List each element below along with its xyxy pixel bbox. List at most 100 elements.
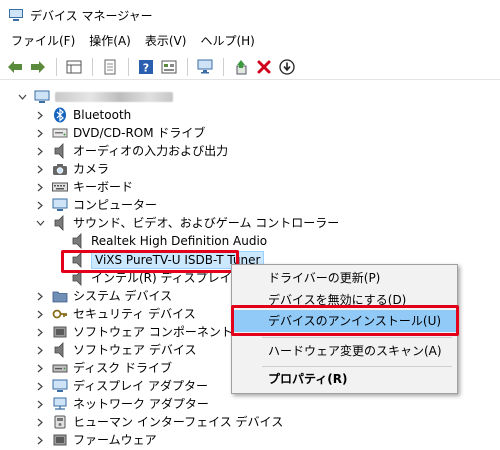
computer-icon [34,89,50,105]
tree-item-realtek-audio[interactable]: Realtek High Definition Audio [70,232,267,250]
tree-item-software-components[interactable]: ソフトウェア コンポーネント [34,323,233,341]
speaker-icon [52,143,68,159]
bluetooth-icon [52,107,68,123]
update-driver-icon [236,59,247,74]
tree-item-system-devices[interactable]: システム デバイス [34,287,172,305]
tree-item-label: サウンド、ビデオ、およびゲーム コントローラー [73,216,340,230]
tree-item-keyboard[interactable]: キーボード [34,178,133,196]
forward-arrow-icon [31,60,45,73]
properties-view-button[interactable] [63,56,85,78]
document-button[interactable] [99,56,121,78]
expand-chevron-icon[interactable] [34,359,46,377]
expand-chevron-icon[interactable] [34,142,46,160]
tree-item-network-adapters[interactable]: ネットワーク アダプター [34,395,209,413]
system-folder-icon [52,288,68,304]
menu-bar: ファイル(F) 操作(A) 表示(V) ヘルプ(H) [0,30,500,52]
expand-chevron-icon[interactable] [34,287,46,305]
dvd-drive-icon [52,125,68,141]
view-grid-button[interactable] [158,56,180,78]
computer-name-redacted [55,92,173,102]
menu-update-driver[interactable]: ドライバーの更新(P) [232,267,457,289]
tree-item-label: ネットワーク アダプター [73,397,209,411]
tree-item-label: ディスク ドライブ [73,361,172,375]
menu-help[interactable]: ヘルプ(H) [193,30,261,52]
speaker-icon [52,342,68,358]
forward-button[interactable] [27,56,49,78]
menu-view[interactable]: 表示(V) [138,30,194,52]
back-arrow-icon [8,60,22,73]
toolbar-separator [92,57,93,76]
monitor-icon [197,59,213,74]
download-icon [279,58,295,75]
tree-item-firmware[interactable]: ファームウェア [34,431,157,449]
expand-chevron-icon[interactable] [34,196,46,214]
tree-item-camera[interactable]: カメラ [34,160,109,178]
tree-item-label: セキュリティ デバイス [73,307,196,321]
properties-grid-icon [66,60,82,73]
menu-separator [262,366,452,367]
tree-item-computer[interactable]: コンピューター [34,196,157,214]
help-button[interactable]: ? [135,56,157,78]
tree-item-software-devices[interactable]: ソフトウェア デバイス [34,341,196,359]
firmware-icon [52,432,68,448]
tree-item-label: Bluetooth [73,108,132,122]
collapse-chevron-icon[interactable] [34,214,46,232]
tree-item-label: ソフトウェア コンポーネント [73,325,233,339]
tree-item-bluetooth[interactable]: Bluetooth [34,106,131,124]
collapse-chevron-icon[interactable] [16,88,28,106]
update-driver-button[interactable] [230,56,252,78]
tree-item-security-devices[interactable]: セキュリティ デバイス [34,305,196,323]
remove-x-icon [257,60,271,73]
computer-icon [52,197,68,213]
toolbar-separator [187,57,188,76]
svg-text:?: ? [143,61,149,74]
toolbar: ? [0,54,500,80]
back-button[interactable] [4,56,26,78]
document-icon [104,59,116,74]
speaker-icon [52,215,68,231]
expand-chevron-icon[interactable] [34,341,46,359]
expand-chevron-icon[interactable] [34,160,46,178]
network-adapter-icon [52,396,68,412]
remove-device-button[interactable] [253,56,275,78]
security-key-icon [52,306,68,322]
menu-file[interactable]: ファイル(F) [4,30,82,52]
tree-item-label: システム デバイス [73,289,173,303]
expand-chevron-icon[interactable] [34,377,46,395]
menu-action[interactable]: 操作(A) [82,30,138,52]
expand-chevron-icon[interactable] [34,124,46,142]
tree-item-disk-drives[interactable]: ディスク ドライブ [34,359,172,377]
menu-separator [262,337,452,338]
tree-item-dvd-drive[interactable]: DVD/CD-ROM ドライブ [34,124,205,142]
expand-chevron-icon[interactable] [34,178,46,196]
uninstall-highlight-box [231,305,459,336]
menu-scan-hardware[interactable]: ハードウェア変更のスキャン(A) [232,340,457,362]
device-highlight-box [61,250,239,273]
tree-item-label: ファームウェア [73,433,157,447]
component-icon [52,324,68,340]
tree-item-audio-io[interactable]: オーディオの入力および出力 [34,142,228,160]
expand-chevron-icon[interactable] [34,323,46,341]
view-grid-icon [161,60,177,73]
enable-device-button[interactable] [276,56,298,78]
window-title: デバイス マネージャー [30,8,153,23]
camera-icon [52,161,68,177]
tree-item-sound-video-game[interactable]: サウンド、ビデオ、およびゲーム コントローラー [34,214,339,232]
disk-drive-icon [52,360,68,376]
tree-root[interactable] [16,88,173,106]
toolbar-separator [223,57,224,76]
expand-chevron-icon[interactable] [34,106,46,124]
menu-properties[interactable]: プロパティ(R) [232,368,457,390]
tree-item-label: コンピューター [73,198,158,212]
expand-chevron-icon[interactable] [34,431,46,449]
scan-hardware-button[interactable] [194,56,216,78]
tree-item-display-adapters[interactable]: ディスプレイ アダプター [34,377,208,395]
expand-chevron-icon[interactable] [34,305,46,323]
tree-item-label: キーボード [73,180,134,194]
tree-item-label: Realtek High Definition Audio [91,234,268,248]
tree-item-hid[interactable]: ヒューマン インターフェイス デバイス [34,413,283,431]
tree-item-label: ソフトウェア デバイス [73,343,197,357]
tree-item-label: DVD/CD-ROM ドライブ [73,126,206,140]
expand-chevron-icon[interactable] [34,395,46,413]
expand-chevron-icon[interactable] [34,413,46,431]
